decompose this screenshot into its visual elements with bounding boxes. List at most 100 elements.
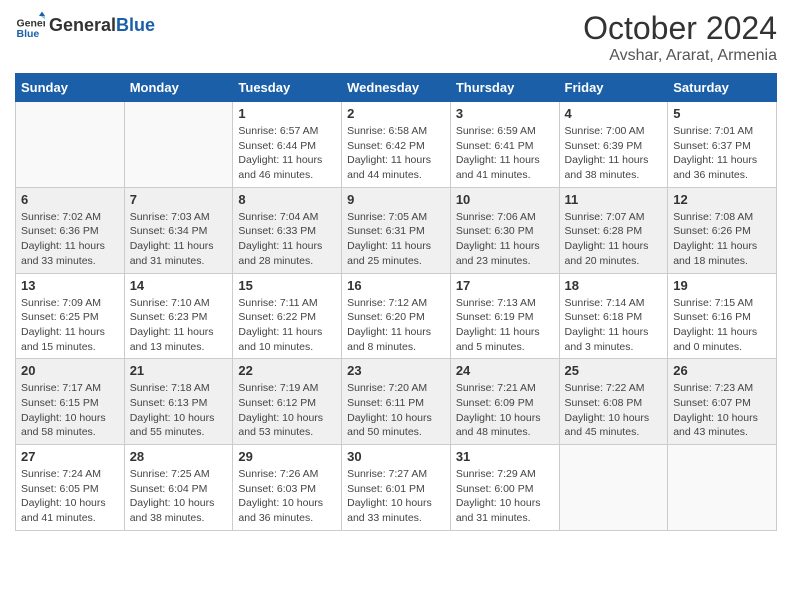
calendar-header: Sunday Monday Tuesday Wednesday Thursday… <box>16 74 777 102</box>
day-number: 26 <box>673 363 771 378</box>
day-info: Sunrise: 7:22 AM Sunset: 6:08 PM Dayligh… <box>565 381 663 440</box>
calendar-cell: 14 Sunrise: 7:10 AM Sunset: 6:23 PM Dayli… <box>124 273 233 359</box>
calendar-cell: 27 Sunrise: 7:24 AM Sunset: 6:05 PM Dayli… <box>16 445 125 531</box>
day-info: Sunrise: 7:25 AM Sunset: 6:04 PM Dayligh… <box>130 467 228 526</box>
logo-icon: General Blue <box>15 10 45 40</box>
header: General Blue General Blue October 2024 A… <box>15 10 777 65</box>
calendar-cell: 1Sunrise: 6:57 AM Sunset: 6:44 PM Daylig… <box>233 102 342 188</box>
header-saturday: Saturday <box>668 74 777 102</box>
calendar-cell: 15 Sunrise: 7:11 AM Sunset: 6:22 PM Dayli… <box>233 273 342 359</box>
calendar-cell: 28Sunrise: 7:25 AM Sunset: 6:04 PM Dayli… <box>124 445 233 531</box>
calendar-cell: 7Sunrise: 7:03 AM Sunset: 6:34 PM Daylig… <box>124 187 233 273</box>
day-info: Sunrise: 7:11 AM Sunset: 6:22 PM Dayligh… <box>238 296 336 355</box>
main-title: October 2024 <box>583 10 777 47</box>
day-number: 9 <box>347 192 445 207</box>
calendar-cell: 16Sunrise: 7:12 AM Sunset: 6:20 PM Dayli… <box>342 273 451 359</box>
calendar-row-3: 13 Sunrise: 7:09 AM Sunset: 6:25 PM Dayli… <box>16 273 777 359</box>
logo-text-general: General <box>49 15 116 36</box>
day-info: Sunrise: 6:57 AM Sunset: 6:44 PM Dayligh… <box>238 124 336 183</box>
header-friday: Friday <box>559 74 668 102</box>
day-number: 27 <box>21 449 119 464</box>
day-info: Sunrise: 7:08 AM Sunset: 6:26 PM Dayligh… <box>673 210 771 269</box>
calendar-cell <box>124 102 233 188</box>
day-number: 20 <box>21 363 119 378</box>
calendar-cell: 13 Sunrise: 7:09 AM Sunset: 6:25 PM Dayli… <box>16 273 125 359</box>
header-thursday: Thursday <box>450 74 559 102</box>
calendar-row-4: 20Sunrise: 7:17 AM Sunset: 6:15 PM Dayli… <box>16 359 777 445</box>
calendar-cell: 12 Sunrise: 7:08 AM Sunset: 6:26 PM Dayli… <box>668 187 777 273</box>
day-info: Sunrise: 7:23 AM Sunset: 6:07 PM Dayligh… <box>673 381 771 440</box>
calendar-cell: 18 Sunrise: 7:14 AM Sunset: 6:18 PM Dayli… <box>559 273 668 359</box>
day-number: 31 <box>456 449 554 464</box>
day-number: 13 <box>21 278 119 293</box>
header-row: Sunday Monday Tuesday Wednesday Thursday… <box>16 74 777 102</box>
logo-text-blue: Blue <box>116 15 155 36</box>
calendar-cell: 6 Sunrise: 7:02 AM Sunset: 6:36 PM Daylig… <box>16 187 125 273</box>
day-info: Sunrise: 7:19 AM Sunset: 6:12 PM Dayligh… <box>238 381 336 440</box>
day-number: 24 <box>456 363 554 378</box>
day-info: Sunrise: 6:59 AM Sunset: 6:41 PM Dayligh… <box>456 124 554 183</box>
calendar-cell <box>16 102 125 188</box>
day-number: 3 <box>456 106 554 121</box>
day-number: 12 <box>673 192 771 207</box>
header-wednesday: Wednesday <box>342 74 451 102</box>
day-info: Sunrise: 7:26 AM Sunset: 6:03 PM Dayligh… <box>238 467 336 526</box>
calendar-cell: 22 Sunrise: 7:19 AM Sunset: 6:12 PM Dayli… <box>233 359 342 445</box>
day-info: Sunrise: 7:24 AM Sunset: 6:05 PM Dayligh… <box>21 467 119 526</box>
calendar-row-2: 6 Sunrise: 7:02 AM Sunset: 6:36 PM Daylig… <box>16 187 777 273</box>
day-number: 2 <box>347 106 445 121</box>
day-number: 15 <box>238 278 336 293</box>
calendar-cell: 26 Sunrise: 7:23 AM Sunset: 6:07 PM Dayli… <box>668 359 777 445</box>
day-info: Sunrise: 7:14 AM Sunset: 6:18 PM Dayligh… <box>565 296 663 355</box>
calendar-cell: 24Sunrise: 7:21 AM Sunset: 6:09 PM Dayli… <box>450 359 559 445</box>
calendar-cell <box>668 445 777 531</box>
day-info: Sunrise: 7:09 AM Sunset: 6:25 PM Dayligh… <box>21 296 119 355</box>
calendar-cell: 29 Sunrise: 7:26 AM Sunset: 6:03 PM Dayli… <box>233 445 342 531</box>
day-number: 16 <box>347 278 445 293</box>
day-info: Sunrise: 7:02 AM Sunset: 6:36 PM Dayligh… <box>21 210 119 269</box>
day-info: Sunrise: 7:20 AM Sunset: 6:11 PM Dayligh… <box>347 381 445 440</box>
page: General Blue General Blue October 2024 A… <box>0 0 792 541</box>
header-sunday: Sunday <box>16 74 125 102</box>
calendar-cell: 10 Sunrise: 7:06 AM Sunset: 6:30 PM Dayli… <box>450 187 559 273</box>
day-number: 14 <box>130 278 228 293</box>
day-info: Sunrise: 7:06 AM Sunset: 6:30 PM Dayligh… <box>456 210 554 269</box>
title-area: October 2024 Avshar, Ararat, Armenia <box>583 10 777 65</box>
calendar-cell: 20Sunrise: 7:17 AM Sunset: 6:15 PM Dayli… <box>16 359 125 445</box>
day-info: Sunrise: 7:00 AM Sunset: 6:39 PM Dayligh… <box>565 124 663 183</box>
subtitle: Avshar, Ararat, Armenia <box>583 47 777 65</box>
calendar-cell: 31Sunrise: 7:29 AM Sunset: 6:00 PM Dayli… <box>450 445 559 531</box>
day-number: 10 <box>456 192 554 207</box>
day-info: Sunrise: 7:10 AM Sunset: 6:23 PM Dayligh… <box>130 296 228 355</box>
logo: General Blue General Blue <box>15 10 155 40</box>
calendar: Sunday Monday Tuesday Wednesday Thursday… <box>15 73 777 531</box>
day-info: Sunrise: 7:03 AM Sunset: 6:34 PM Dayligh… <box>130 210 228 269</box>
day-number: 6 <box>21 192 119 207</box>
calendar-cell: 30Sunrise: 7:27 AM Sunset: 6:01 PM Dayli… <box>342 445 451 531</box>
day-number: 21 <box>130 363 228 378</box>
calendar-row-1: 1Sunrise: 6:57 AM Sunset: 6:44 PM Daylig… <box>16 102 777 188</box>
day-info: Sunrise: 7:07 AM Sunset: 6:28 PM Dayligh… <box>565 210 663 269</box>
day-number: 18 <box>565 278 663 293</box>
day-info: Sunrise: 7:04 AM Sunset: 6:33 PM Dayligh… <box>238 210 336 269</box>
svg-text:Blue: Blue <box>17 28 40 40</box>
day-number: 29 <box>238 449 336 464</box>
calendar-cell: 23 Sunrise: 7:20 AM Sunset: 6:11 PM Dayli… <box>342 359 451 445</box>
day-number: 23 <box>347 363 445 378</box>
day-info: Sunrise: 7:27 AM Sunset: 6:01 PM Dayligh… <box>347 467 445 526</box>
header-monday: Monday <box>124 74 233 102</box>
day-number: 25 <box>565 363 663 378</box>
day-number: 22 <box>238 363 336 378</box>
day-number: 5 <box>673 106 771 121</box>
calendar-cell: 2Sunrise: 6:58 AM Sunset: 6:42 PM Daylig… <box>342 102 451 188</box>
calendar-cell: 9Sunrise: 7:05 AM Sunset: 6:31 PM Daylig… <box>342 187 451 273</box>
calendar-cell: 8Sunrise: 7:04 AM Sunset: 6:33 PM Daylig… <box>233 187 342 273</box>
calendar-cell: 21Sunrise: 7:18 AM Sunset: 6:13 PM Dayli… <box>124 359 233 445</box>
day-info: Sunrise: 7:15 AM Sunset: 6:16 PM Dayligh… <box>673 296 771 355</box>
calendar-cell: 11 Sunrise: 7:07 AM Sunset: 6:28 PM Dayli… <box>559 187 668 273</box>
calendar-cell <box>559 445 668 531</box>
day-number: 11 <box>565 192 663 207</box>
calendar-cell: 19Sunrise: 7:15 AM Sunset: 6:16 PM Dayli… <box>668 273 777 359</box>
day-number: 17 <box>456 278 554 293</box>
day-info: Sunrise: 7:01 AM Sunset: 6:37 PM Dayligh… <box>673 124 771 183</box>
